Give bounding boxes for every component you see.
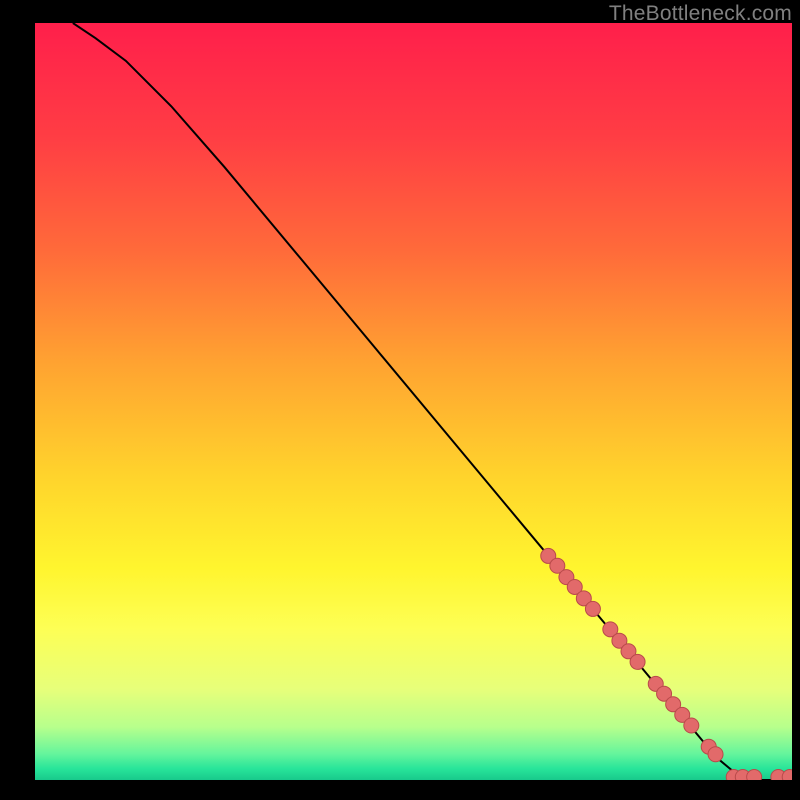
chart-stage: TheBottleneck.com xyxy=(0,0,800,800)
data-marker xyxy=(684,718,699,733)
gradient-background xyxy=(35,23,792,780)
chart-svg xyxy=(35,23,792,780)
data-marker xyxy=(585,601,600,616)
data-marker xyxy=(630,654,645,669)
watermark-text: TheBottleneck.com xyxy=(609,2,792,26)
plot-area xyxy=(35,23,792,780)
data-marker xyxy=(708,747,723,762)
data-marker xyxy=(747,769,762,780)
